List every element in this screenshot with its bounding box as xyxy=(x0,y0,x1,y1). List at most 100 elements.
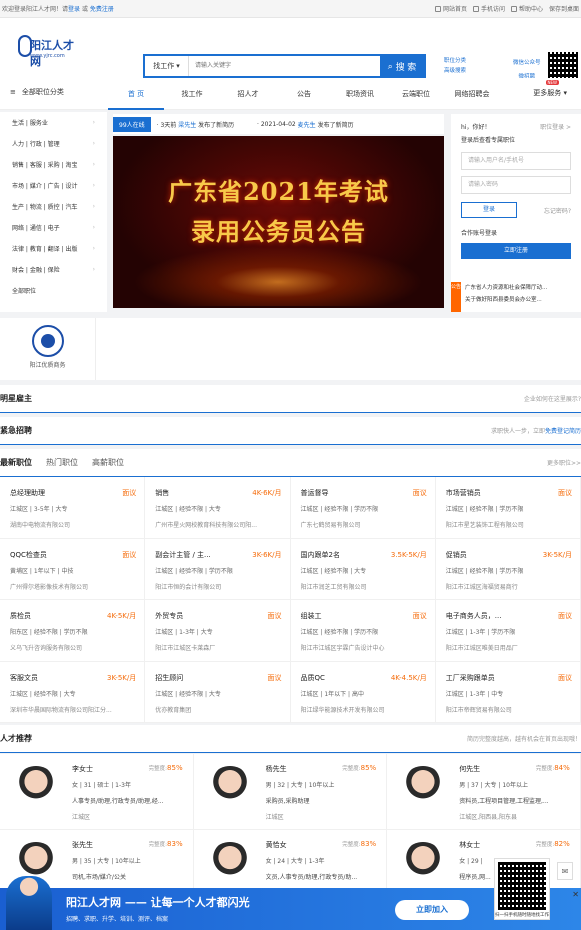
tab-high-salary[interactable]: 高薪职位 xyxy=(92,457,124,468)
category-item[interactable]: 全部职位 xyxy=(0,280,107,301)
job-card[interactable]: 外贸专员 面议 江城区 | 1-3年 | 大专 阳江市江城区卡莱森厂 xyxy=(145,600,291,662)
job-card[interactable]: 客服文员 3K-5K/月 江城区 | 经验不限 | 大专 深圳市华晨国际物流有限公司阳… xyxy=(0,661,146,723)
talent-card[interactable]: 杨先生 完整度:85% 男 | 32 | 大专 | 10年以上 采购员,采购助理 江城区 xyxy=(193,754,388,830)
nav-find-talent[interactable]: 招人才 xyxy=(220,78,276,110)
job-card[interactable]: 促销员 3K-5K/月 江城区 | 经验不限 | 学历不限 阳江市江城区海福贸易商行 xyxy=(435,538,581,600)
job-title[interactable]: 总经理助理 xyxy=(10,488,90,498)
job-company[interactable]: 阳江市星艺装饰工程有限公司 xyxy=(446,520,572,529)
job-title[interactable]: 副会计主管 / 主... xyxy=(155,550,235,560)
nav-find-job[interactable]: 找工作 xyxy=(164,78,220,110)
job-title[interactable]: 招生顾问 xyxy=(155,673,235,683)
job-title[interactable]: 市场营销员 xyxy=(446,488,526,498)
job-company[interactable]: 阳江市江城区唯美日用品厂 xyxy=(446,643,572,652)
job-card[interactable]: 品质QC 4K-4.5K/月 江城区 | 1年以下 | 高中 阳江绿华能源技术开发有限… xyxy=(290,661,436,723)
more-services[interactable]: 更多服务 ▾ xyxy=(533,88,567,98)
job-card[interactable]: 工厂采购跟单员 面议 江城区 | 1-3年 | 中专 阳江市帝辉贸易有限公司 xyxy=(435,661,581,723)
category-item[interactable]: 法律 | 教育 | 翻译 | 出版 › xyxy=(0,238,107,259)
talent-name[interactable]: 李女士 xyxy=(72,764,93,774)
mobile-link[interactable]: 手机访问 xyxy=(472,4,505,13)
category-item[interactable]: 人力 | 行政 | 管理 › xyxy=(0,133,107,154)
tab-hot[interactable]: 热门职位 xyxy=(46,457,78,468)
job-company[interactable]: 阳江市恒的会计有限公司 xyxy=(155,582,281,591)
job-title[interactable]: 客服文员 xyxy=(10,673,90,683)
password-field[interactable]: 请输入密码 xyxy=(461,176,571,194)
job-title[interactable]: 品质QC xyxy=(301,673,381,683)
job-company[interactable]: 阳江市润芝工贸有限公司 xyxy=(301,582,427,591)
job-title[interactable]: 电子商务人员，... xyxy=(446,611,526,621)
job-card[interactable]: 国内跟单2名 3.5K-5K/月 江城区 | 经验不限 | 大专 阳江市润芝工贸有限公… xyxy=(290,538,436,600)
help-link[interactable]: 帮助中心 xyxy=(510,4,543,13)
login-link[interactable]: 登录 xyxy=(68,6,80,13)
job-card[interactable]: 质检员 4K-5K/月 阳东区 | 经验不限 | 学历不限 义乌飞升咨询服务有限公司 xyxy=(0,600,146,662)
job-title[interactable]: 工厂采购跟单员 xyxy=(446,673,526,683)
talent-name[interactable]: 林女士 xyxy=(459,840,480,850)
job-company[interactable]: 广州市星火网校教育科技有限公司阳... xyxy=(155,520,281,529)
talent-card[interactable]: 何先生 完整度:84% 男 | 37 | 大专 | 10年以上 资料员,工程项目管理,… xyxy=(387,754,581,830)
news-name-link[interactable]: 麦先生 xyxy=(298,120,316,129)
chat-icon[interactable]: ✉ xyxy=(557,862,573,880)
job-title[interactable]: 销售 xyxy=(155,488,235,498)
job-company[interactable]: 阳江市江城区卡莱森厂 xyxy=(155,643,281,652)
hero-banner[interactable]: 广东省2021年考试 录用公务员公告 xyxy=(113,136,444,308)
job-company[interactable]: 阳江绿华能源技术开发有限公司 xyxy=(301,705,427,714)
more-jobs-link[interactable]: 更多职位>> xyxy=(547,458,581,467)
job-card[interactable]: 组装工 面议 江城区 | 经验不限 | 学历不限 阳江市江城区宇霖广告设计中心 xyxy=(290,600,436,662)
notice-item[interactable]: 广东省人力资源和社会保障厅动... xyxy=(465,282,547,294)
partner-login[interactable]: 合作账号登录 xyxy=(461,228,571,237)
nav-cloud-jobs[interactable]: 云端职位 xyxy=(388,78,444,110)
register-link[interactable]: 免费注册 xyxy=(90,6,114,13)
nav-news[interactable]: 职场资讯 xyxy=(332,78,388,110)
talent-name[interactable]: 张先生 xyxy=(72,840,93,850)
home-link[interactable]: 网站首页 xyxy=(434,4,467,13)
category-item[interactable]: 网络 | 通信 | 电子 › xyxy=(0,217,107,238)
search-input[interactable] xyxy=(189,56,380,76)
job-company[interactable]: 广东七鹤贸易有限公司 xyxy=(301,520,427,529)
talent-card[interactable]: 李女士 完整度:85% 女 | 31 | 硕士 | 1-3年 人事专员/助理,行政专员… xyxy=(0,754,194,830)
forgot-password-link[interactable]: 忘记密码? xyxy=(544,206,571,215)
job-card[interactable]: 市场营销员 面议 江城区 | 经验不限 | 学历不限 阳江市星艺装饰工程有限公司 xyxy=(435,477,581,539)
wechat-account-link[interactable]: 微信公众号 xyxy=(513,56,541,70)
job-category-link[interactable]: 职位分类 xyxy=(444,56,466,66)
job-card[interactable]: 总经理助理 面议 江城区 | 3-5年 | 大专 湖南中电物流有限公司 xyxy=(0,477,146,539)
login-button[interactable]: 登录 xyxy=(461,202,517,218)
notice-item[interactable]: 关于做好阳西县委员会办公室... xyxy=(465,294,547,306)
talent-name[interactable]: 何先生 xyxy=(459,764,480,774)
advanced-search-link[interactable]: 高级搜索 xyxy=(444,66,466,76)
employer-card[interactable]: 阳江优质商务 xyxy=(0,318,96,380)
job-title[interactable]: 促销员 xyxy=(446,550,526,560)
nav-job-fair[interactable]: 网络招聘会 xyxy=(444,78,500,110)
news-name-link[interactable]: 梁先生 xyxy=(178,120,196,129)
section-link[interactable]: 企业如何在这里展示? xyxy=(524,394,581,403)
job-card[interactable]: 销售 4K-6K/月 江城区 | 经验不限 | 大专 广州市星火网校教育科技有限公司阳… xyxy=(145,477,291,539)
job-company[interactable]: 优亦教育集团 xyxy=(155,705,281,714)
nav-home[interactable]: 首 页 xyxy=(108,78,164,110)
job-title[interactable]: 外贸专员 xyxy=(155,611,235,621)
nav-notice[interactable]: 公告 xyxy=(276,78,332,110)
register-resume-link[interactable]: 免费登记简历 xyxy=(545,428,581,435)
job-title[interactable]: 国内跟单2名 xyxy=(301,550,381,560)
tab-latest[interactable]: 最新职位 xyxy=(0,457,32,468)
join-now-button[interactable]: 立即加入 xyxy=(395,900,469,920)
job-company[interactable]: 阳江市帝辉贸易有限公司 xyxy=(446,705,572,714)
quick-login-link[interactable]: 职位登录 > xyxy=(540,122,571,131)
job-card[interactable]: 普运督导 面议 江城区 | 经验不限 | 学历不限 广东七鹤贸易有限公司 xyxy=(290,477,436,539)
save-desktop-link[interactable]: 保存到桌面 xyxy=(549,4,579,13)
site-logo[interactable]: 阳江人才网 www.yjrc.com xyxy=(18,31,78,68)
job-card[interactable]: 副会计主管 / 主... 3K-6K/月 江城区 | 经验不限 | 学历不限 阳江市恒… xyxy=(145,538,291,600)
talent-name[interactable]: 黄恰女 xyxy=(266,840,287,850)
job-card[interactable]: QQC检查员 面议 黄埔区 | 1年以下 | 中技 广州得尔塔影像技术有限公司 xyxy=(0,538,146,600)
talent-name[interactable]: 杨先生 xyxy=(266,764,287,774)
search-type-select[interactable]: 找工作 ▾ xyxy=(145,56,189,76)
category-item[interactable]: 销售 | 客服 | 采购 | 淘宝 › xyxy=(0,154,107,175)
job-company[interactable]: 深圳市华晨国际物流有限公司阳江分... xyxy=(10,705,136,714)
search-button[interactable]: ⌕ 搜 索 xyxy=(380,56,424,76)
job-company[interactable]: 广州得尔塔影像技术有限公司 xyxy=(10,582,136,591)
job-title[interactable]: 质检员 xyxy=(10,611,90,621)
close-icon[interactable]: ✕ xyxy=(572,890,579,899)
job-title[interactable]: 组装工 xyxy=(301,611,381,621)
register-button[interactable]: 立即注册 xyxy=(461,243,571,259)
job-company[interactable]: 湖南中电物流有限公司 xyxy=(10,520,136,529)
job-company[interactable]: 阳江市江城区海福贸易商行 xyxy=(446,582,572,591)
job-title[interactable]: 普运督导 xyxy=(301,488,381,498)
category-item[interactable]: 生产 | 物流 | 质控 | 汽车 › xyxy=(0,196,107,217)
